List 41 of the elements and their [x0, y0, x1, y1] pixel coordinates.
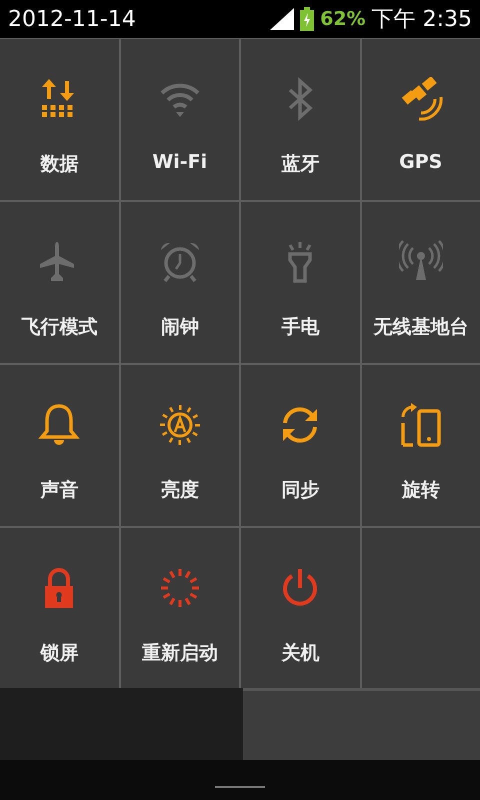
toggle-tile[interactable]: 蓝牙	[241, 39, 360, 200]
rotate-phone-icon	[398, 403, 443, 447]
toggle-tile[interactable]: 闹钟	[120, 202, 239, 363]
battery-icon	[300, 7, 314, 31]
tile-label: 无线基地台	[373, 315, 468, 340]
tile-label: 同步	[281, 478, 320, 503]
tile-label: 旋转	[402, 478, 440, 503]
tile-label: 手电	[281, 315, 320, 340]
tile-label: 闹钟	[160, 315, 199, 340]
toggle-tile[interactable]: Wi-Fi	[120, 39, 239, 200]
tile-label: 数据	[40, 152, 78, 177]
tile-label: 声音	[40, 478, 78, 503]
drag-handle[interactable]	[215, 786, 265, 788]
toggle-tile[interactable]: 锁屏	[0, 528, 118, 689]
tile-label: 关机	[281, 641, 320, 666]
tile-label: 亮度	[160, 478, 199, 503]
time-text: 下午 2:35	[372, 6, 472, 34]
tile-label: Wi-Fi	[152, 151, 208, 173]
date-text: 2012-11-14	[8, 6, 137, 32]
tab-panel[interactable]	[0, 688, 243, 760]
toggle-tile[interactable]: 手电	[241, 202, 360, 363]
toggle-tile[interactable]: 数据	[0, 39, 118, 200]
toggle-tile[interactable]: 声音	[0, 365, 118, 526]
tile-label: 飞行模式	[21, 315, 98, 340]
tab-panel[interactable]	[243, 688, 480, 760]
toggle-tile[interactable]: 亮度	[120, 365, 239, 526]
tile-label: 蓝牙	[281, 152, 320, 177]
battery-percent: 62%	[320, 8, 366, 30]
signal-icon	[270, 8, 294, 30]
toggle-tile[interactable]: 同步	[241, 365, 360, 526]
brightness-icon	[158, 403, 202, 447]
tile-label: GPS	[399, 151, 442, 173]
tile-label: 锁屏	[40, 641, 78, 666]
toggle-tile[interactable]: GPS	[362, 39, 480, 200]
toggle-tile[interactable]: 旋转	[362, 365, 480, 526]
toggle-tile[interactable]: 关机	[241, 528, 360, 689]
tile-label: 重新启动	[142, 641, 218, 666]
toggle-tile[interactable]: 重新启动	[120, 528, 239, 689]
toggle-tile[interactable]: 无线基地台	[362, 202, 480, 363]
toggle-tile[interactable]: 飞行模式	[0, 202, 118, 363]
bell-icon	[37, 403, 82, 447]
